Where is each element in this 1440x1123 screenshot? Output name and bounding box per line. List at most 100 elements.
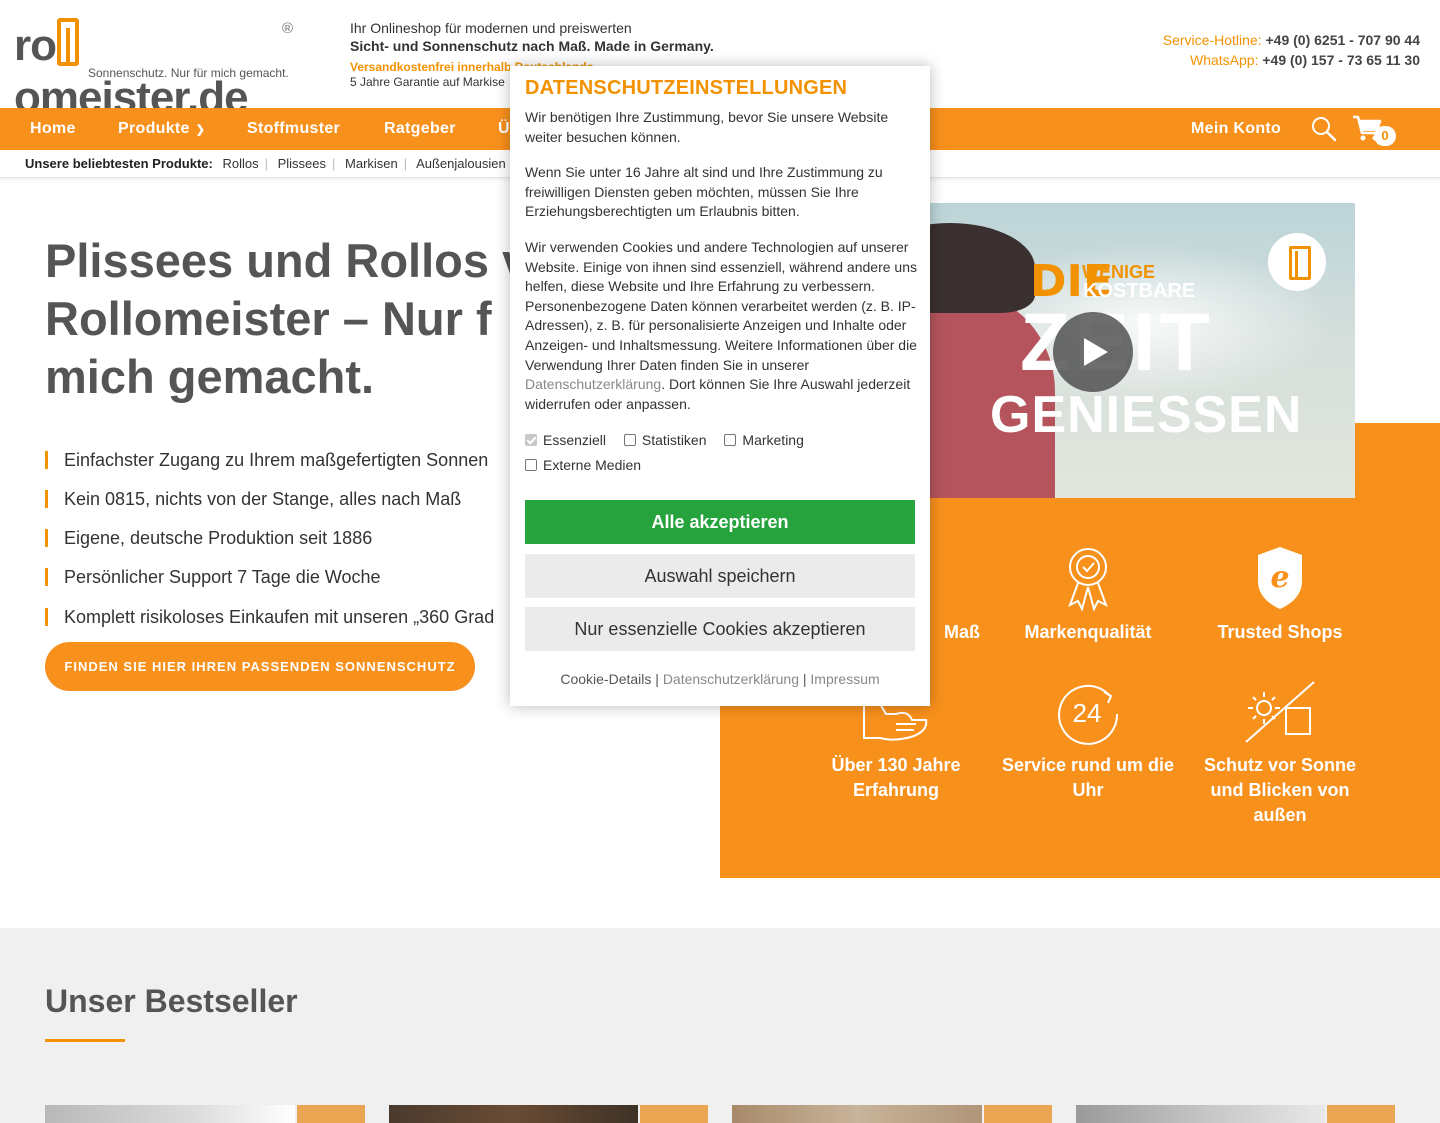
accept-essential-button[interactable]: Nur essenzielle Cookies akzeptieren: [525, 607, 915, 651]
benefit-item: Eigene, deutsche Produktion seit 1886: [45, 529, 372, 547]
service-hotline[interactable]: Service-Hotline: +49 (0) 6251 - 707 90 4…: [1163, 30, 1420, 50]
product-card[interactable]: [389, 1105, 708, 1123]
warranty-prefix: 5 Jahre Garantie auf: [350, 75, 460, 89]
separator: |: [802, 671, 807, 687]
award-rosette-icon: [1068, 548, 1108, 612]
nav-item-ueber[interactable]: Ü: [498, 108, 510, 150]
separator: |: [264, 156, 268, 171]
imprint-link[interactable]: Impressum: [810, 671, 879, 687]
consent-checkbox-row: Essenziell Statistiken Marketing: [525, 431, 818, 449]
product-card[interactable]: [45, 1105, 365, 1123]
product-image: [1076, 1105, 1325, 1123]
product-image-thumb: [297, 1105, 365, 1123]
chevron-down-icon: ❯: [195, 124, 206, 136]
play-icon[interactable]: [1053, 312, 1133, 392]
usp-label-trusted-shops: Trusted Shops: [1217, 622, 1343, 642]
usp-label-schutz: Schutz vor Sonne und Blicken von außen: [1203, 755, 1356, 825]
cart-button[interactable]: 0: [1352, 114, 1398, 148]
separator: |: [655, 671, 659, 687]
popular-products-label: Unsere beliebtesten Produkte:: [25, 156, 213, 171]
consent-checkbox-row: Externe Medien: [525, 456, 655, 474]
separator: |: [332, 156, 336, 171]
nav-item-produkte-label: Produkte: [118, 120, 190, 137]
bestseller-underline: [45, 1039, 125, 1042]
warranty-item: Markise: [462, 75, 505, 89]
search-icon[interactable]: [1311, 116, 1337, 142]
video-text-wenige: WENIGE: [1082, 262, 1156, 282]
privacy-policy-inline-link[interactable]: Datenschutzerklärung: [525, 376, 661, 392]
product-card[interactable]: [732, 1105, 1052, 1123]
checkbox-marketing[interactable]: Marketing: [724, 432, 817, 448]
product-image-thumb: [640, 1105, 708, 1123]
product-image: [732, 1105, 982, 1123]
whatsapp-label: WhatsApp:: [1190, 52, 1259, 68]
usp-label-erfahrung: Über 130 Jahre Erfahrung: [831, 755, 961, 800]
service-hotline-label: Service-Hotline:: [1162, 32, 1262, 48]
privacy-intro-text: Wir benötigen Ihre Zustimmung, bevor Sie…: [525, 109, 889, 145]
privacy-text-part: Wir verwenden Cookies und andere Technol…: [525, 239, 917, 373]
whatsapp-contact[interactable]: WhatsApp: +49 (0) 157 - 73 65 11 30: [1163, 50, 1420, 70]
product-image-thumb: [984, 1105, 1052, 1123]
checkbox-externe-medien-box[interactable]: [525, 459, 537, 471]
usp-label-markenqualitaet: Markenqualität: [1024, 622, 1152, 642]
benefit-item: Kein 0815, nichts von der Stange, alles …: [45, 490, 461, 508]
usp-label-service: Service rund um die Uhr: [1001, 755, 1175, 800]
site-logo[interactable]: roomeister.de ® Sonnenschutz. Nur für mi…: [14, 18, 299, 122]
cart-count-badge: 0: [1374, 126, 1396, 146]
brand-badge-icon: [1268, 233, 1326, 291]
popular-link-rollos[interactable]: Rollos: [222, 156, 258, 171]
nav-item-ratgeber[interactable]: Ratgeber: [384, 108, 456, 150]
privacy-settings-dialog: DATENSCHUTZEINSTELLUNGEN Wir benötigen I…: [510, 66, 930, 706]
product-card[interactable]: [1076, 1105, 1395, 1123]
privacy-dialog-links: Cookie-Details | Datenschutzerklärung | …: [510, 671, 930, 687]
sun-house-crossed-icon: [1245, 681, 1315, 743]
logo-roller-icon: [57, 18, 79, 66]
checkbox-statistiken[interactable]: Statistiken: [623, 432, 721, 448]
clock-24-icon: 24: [1058, 684, 1119, 745]
privacy-dialog-title: DATENSCHUTZEINSTELLUNGEN: [525, 77, 848, 99]
contact-info: Service-Hotline: +49 (0) 6251 - 707 90 4…: [1163, 30, 1420, 70]
nav-item-home[interactable]: Home: [30, 108, 76, 150]
logo-text-start: ro: [14, 21, 57, 70]
svg-text:24: 24: [1073, 698, 1102, 728]
claim-line-1: Ihr Onlineshop für modernen und preiswer…: [350, 20, 632, 36]
checkbox-statistiken-label[interactable]: Statistiken: [642, 432, 707, 448]
accept-all-button[interactable]: Alle akzeptieren: [525, 500, 915, 544]
separator: |: [403, 156, 408, 171]
benefit-item: Persönlicher Support 7 Tage die Woche: [45, 568, 381, 586]
service-hotline-number: +49 (0) 6251 - 707 90 44: [1265, 32, 1420, 48]
benefit-item: Komplett risikoloses Einkaufen mit unser…: [45, 608, 494, 626]
checkbox-marketing-label[interactable]: Marketing: [742, 432, 803, 448]
nav-item-produkte[interactable]: Produkte ❯: [118, 108, 205, 150]
product-image: [389, 1105, 638, 1123]
popular-link-markisen[interactable]: Markisen: [345, 156, 398, 171]
checkbox-statistiken-box[interactable]: [623, 434, 636, 446]
checkbox-essenziell-box: [525, 434, 537, 446]
whatsapp-number: +49 (0) 157 - 73 65 11 30: [1262, 52, 1420, 68]
checkbox-essenziell: Essenziell: [525, 432, 620, 448]
find-sunshade-button[interactable]: FINDEN SIE HIER IHREN PASSENDEN SONNENSC…: [45, 642, 475, 691]
svg-text:e: e: [1270, 560, 1289, 595]
privacy-age-notice: Wenn Sie unter 16 Jahre alt sind und Ihr…: [525, 164, 883, 220]
logo-tagline: Sonnenschutz. Nur für mich gemacht.: [88, 66, 289, 80]
benefit-item: Einfachster Zugang zu Ihrem maßgefertigt…: [45, 451, 488, 469]
video-text-geniessen: GENIESSEN: [990, 386, 1303, 444]
cookie-details-link[interactable]: Cookie-Details: [560, 671, 651, 687]
popular-link-plissees[interactable]: Plissees: [278, 156, 326, 171]
claim-line-2: Sicht- und Sonnenschutz nach Maß. Made i…: [350, 38, 714, 54]
save-selection-button[interactable]: Auswahl speichern: [525, 554, 915, 598]
trusted-shops-shield-icon: e: [1258, 547, 1302, 609]
privacy-cookie-explanation: Wir verwenden Cookies und andere Technol…: [525, 238, 917, 414]
checkbox-essenziell-label: Essenziell: [543, 432, 607, 448]
privacy-policy-link[interactable]: Datenschutzerklärung: [663, 671, 799, 687]
bestseller-title: Unser Bestseller: [45, 983, 298, 1019]
product-image-thumb: [1327, 1105, 1395, 1123]
popular-link-aussenjalousien[interactable]: Außenjalousien: [416, 156, 506, 171]
checkbox-externe-medien-label[interactable]: Externe Medien: [543, 457, 641, 473]
checkbox-marketing-box[interactable]: [724, 434, 737, 446]
checkbox-externe-medien[interactable]: Externe Medien: [525, 457, 655, 473]
nav-item-stoffmuster[interactable]: Stoffmuster: [247, 108, 340, 150]
bestseller-section: Unser Bestseller: [0, 928, 1440, 1123]
product-image: [45, 1105, 295, 1123]
nav-my-account[interactable]: Mein Konto: [1191, 108, 1281, 150]
